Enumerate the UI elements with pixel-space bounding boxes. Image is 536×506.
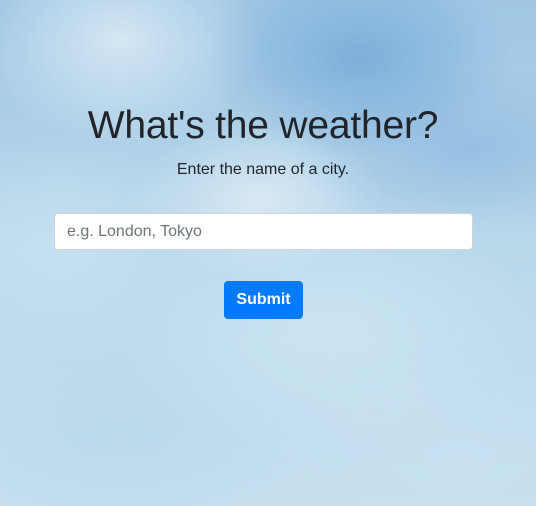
page-title: What's the weather? (87, 104, 439, 147)
page-subtitle: Enter the name of a city. (176, 161, 350, 178)
submit-button[interactable]: Submit (224, 281, 303, 319)
weather-form: What's the weather? Enter the name of a … (0, 0, 536, 506)
city-search-input[interactable] (54, 213, 473, 250)
